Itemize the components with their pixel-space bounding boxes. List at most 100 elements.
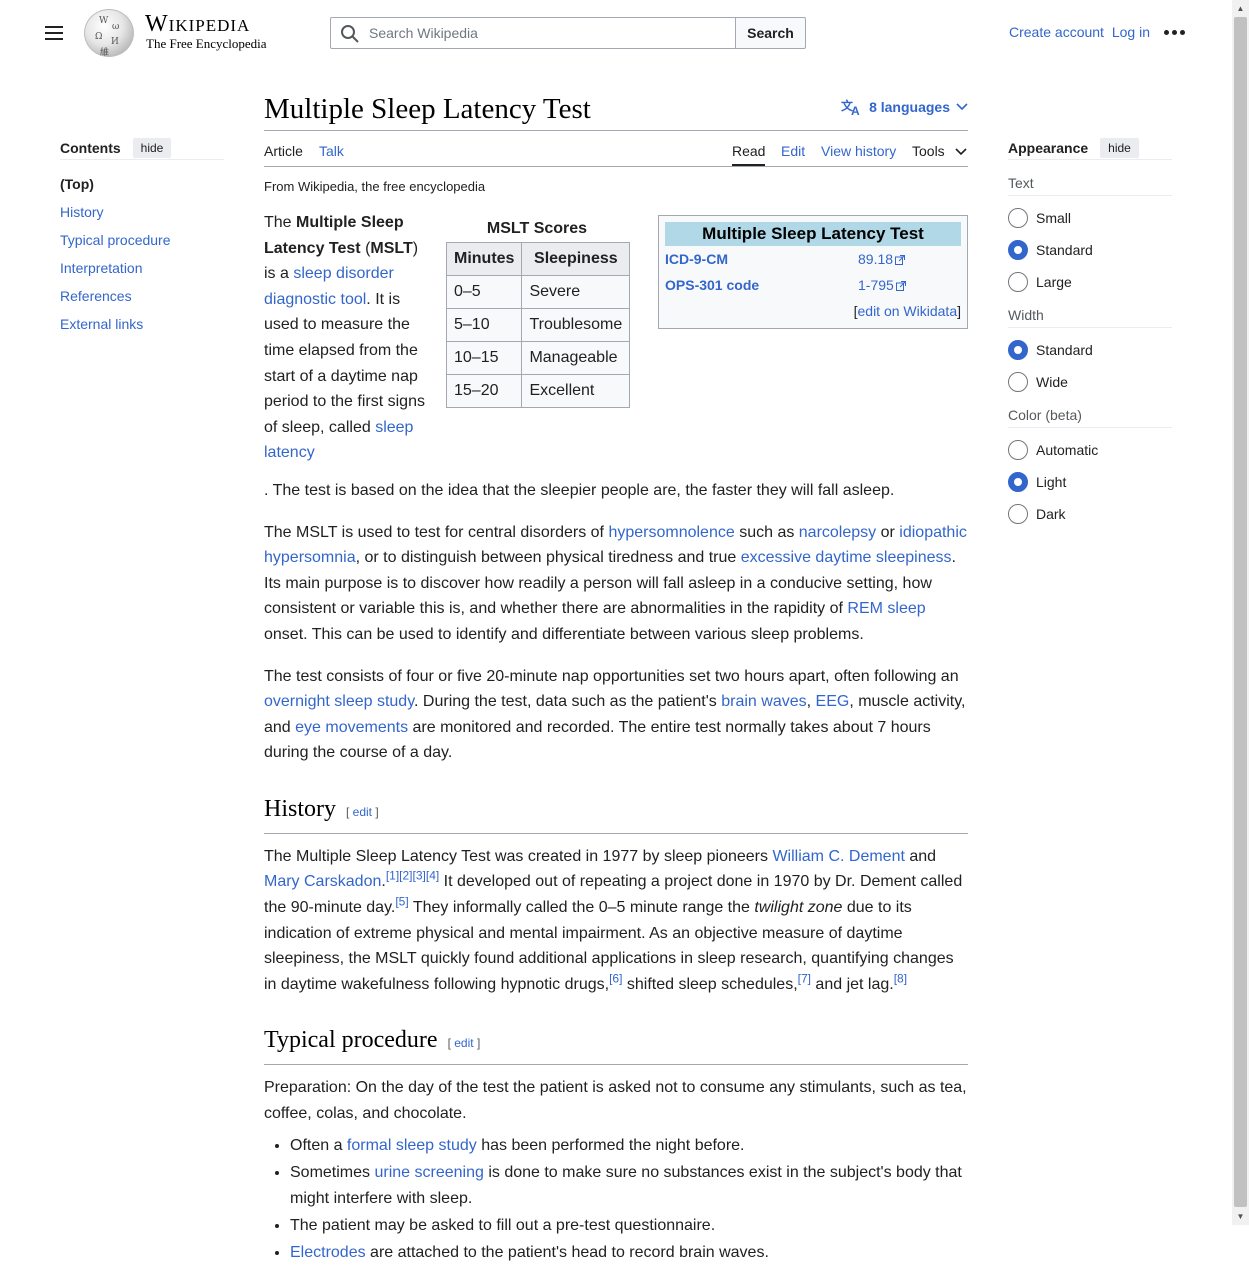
option-label: Large <box>1036 274 1072 290</box>
option-label: Light <box>1036 474 1067 490</box>
color-automatic-option[interactable]: Automatic <box>1008 434 1172 466</box>
brain-waves-link[interactable]: brain waves <box>721 693 806 710</box>
edit-section-link[interactable]: edit <box>353 805 372 819</box>
color-light-option[interactable]: Light <box>1008 466 1172 498</box>
text-size-large-option[interactable]: Large <box>1008 266 1172 298</box>
color-dark-option[interactable]: Dark <box>1008 498 1172 530</box>
list-item: Often a formal sleep study has been perf… <box>290 1133 968 1159</box>
william-dement-link[interactable]: William C. Dement <box>772 848 904 865</box>
create-account-link[interactable]: Create account <box>1009 24 1104 40</box>
text-run: has been performed the night before. <box>476 1136 745 1154</box>
width-standard-option[interactable]: Standard <box>1008 334 1172 366</box>
text-run: , or to distinguish between physical tir… <box>355 549 741 567</box>
italic-term: twilight zone <box>754 899 843 917</box>
scrollbar-thumb[interactable] <box>1234 17 1247 1207</box>
radio-selected-icon[interactable] <box>1008 472 1028 492</box>
tab-talk[interactable]: Talk <box>319 143 344 159</box>
main-menu-icon[interactable] <box>38 18 70 48</box>
infobox-key-link[interactable]: ICD-9-CM <box>665 246 858 272</box>
infobox-value-link[interactable]: 1-795 <box>858 272 906 298</box>
paragraph: The MSLT is used to test for central dis… <box>264 520 968 648</box>
radio-icon[interactable] <box>1008 272 1028 292</box>
citation-link[interactable]: [5] <box>395 895 408 909</box>
tab-article[interactable]: Article <box>264 143 303 159</box>
toc-hide-button[interactable]: hide <box>132 137 172 158</box>
paragraph: The Multiple Sleep Latency Test was crea… <box>264 844 968 998</box>
text-run: The test consists of four or five 20-min… <box>264 667 959 685</box>
table-row: 0–5 Severe <box>445 275 631 309</box>
electrodes-link[interactable]: Electrodes <box>290 1244 366 1261</box>
search-button[interactable]: Search <box>735 17 806 49</box>
width-wide-option[interactable]: Wide <box>1008 366 1172 398</box>
list-item: The patient may be asked to fill out a p… <box>290 1213 968 1239</box>
toc-item-history[interactable]: History <box>60 198 224 226</box>
toc-item-references[interactable]: References <box>60 282 224 310</box>
appearance-title: Appearance <box>1008 139 1089 156</box>
formal-sleep-study-link[interactable]: formal sleep study <box>347 1137 477 1154</box>
wikipedia-globe-logo[interactable]: WωΩ И維 <box>84 9 134 58</box>
table-cell: Excellent <box>521 374 631 408</box>
hypersomnolence-link[interactable]: hypersomnolence <box>608 524 734 541</box>
overnight-sleep-study-link[interactable]: overnight sleep study <box>264 693 414 710</box>
toc-item-external-links[interactable]: External links <box>60 310 224 338</box>
tab-view-history[interactable]: View history <box>821 143 896 159</box>
toc-item-interpretation[interactable]: Interpretation <box>60 254 224 282</box>
urine-screening-link[interactable]: urine screening <box>374 1164 483 1181</box>
text-run: shifted sleep schedules, <box>622 975 798 993</box>
infobox-key-link[interactable]: OPS-301 code <box>665 272 858 298</box>
text-run: onset. This can be used to identify and … <box>264 625 864 643</box>
citation-link[interactable]: [8] <box>894 972 907 986</box>
toc-item-top[interactable]: (Top) <box>60 170 224 198</box>
radio-icon[interactable] <box>1008 504 1028 524</box>
procedure-list: Often a formal sleep study has been perf… <box>264 1133 968 1266</box>
citation-link[interactable]: [6] <box>609 972 622 986</box>
svg-text:A: A <box>851 104 860 116</box>
tab-edit[interactable]: Edit <box>781 143 805 159</box>
radio-icon[interactable] <box>1008 208 1028 228</box>
toc-item-typical-procedure[interactable]: Typical procedure <box>60 226 224 254</box>
search-input[interactable] <box>367 22 727 44</box>
wikipedia-tagline: The Free Encyclopedia <box>146 36 267 51</box>
citation-link[interactable]: [7] <box>798 972 811 986</box>
scroll-down-arrow-icon[interactable]: ▼ <box>1232 1208 1249 1225</box>
heading-text: Typical procedure <box>264 1027 438 1054</box>
edit-on-wikidata-link[interactable]: edit on Wikidata <box>858 303 958 319</box>
more-options-icon[interactable] <box>1162 22 1186 42</box>
text-run: such as <box>734 523 799 541</box>
wikipedia-wordmark[interactable]: Wikipedia <box>145 11 250 37</box>
languages-label: 8 languages <box>869 99 950 115</box>
table-cell: Severe <box>521 275 631 309</box>
toc-title: Contents <box>60 139 121 156</box>
text-run: or <box>876 523 900 541</box>
infobox-row: OPS-301 code 1-795 <box>665 272 961 298</box>
radio-selected-icon[interactable] <box>1008 340 1028 360</box>
tab-read[interactable]: Read <box>732 143 766 166</box>
page-scrollbar[interactable]: ▲ ▼ <box>1232 0 1249 1225</box>
external-link-icon <box>895 255 906 265</box>
edit-section-link[interactable]: edit <box>454 1036 473 1050</box>
languages-button[interactable]: 文 A 8 languages <box>841 98 968 116</box>
tools-menu[interactable]: Tools <box>912 143 967 159</box>
table-cell: 5–10 <box>445 308 523 342</box>
infobox-value-link[interactable]: 89.18 <box>858 246 906 272</box>
text-size-small-option[interactable]: Small <box>1008 202 1172 234</box>
text-run: The MSLT is used to test for central dis… <box>264 523 609 541</box>
eeg-link[interactable]: EEG <box>816 693 850 710</box>
radio-icon[interactable] <box>1008 440 1028 460</box>
text-size-standard-option[interactable]: Standard <box>1008 234 1172 266</box>
log-in-link[interactable]: Log in <box>1112 24 1150 40</box>
text-run: They informally called the 0–5 minute ra… <box>408 899 755 917</box>
width-label: Width <box>1008 302 1172 328</box>
scroll-up-arrow-icon[interactable]: ▲ <box>1232 0 1249 17</box>
table-header: Sleepiness <box>521 242 631 276</box>
option-label: Small <box>1036 210 1072 226</box>
eye-movements-link[interactable]: eye movements <box>295 719 408 736</box>
excessive-daytime-sleepiness-link[interactable]: excessive daytime sleepiness <box>741 549 952 566</box>
citation-link[interactable]: [1][2][3][4] <box>386 869 439 883</box>
appearance-hide-button[interactable]: hide <box>1100 137 1139 158</box>
mary-carskadon-link[interactable]: Mary Carskadon <box>264 873 381 890</box>
rem-sleep-link[interactable]: REM sleep <box>847 600 925 617</box>
radio-selected-icon[interactable] <box>1008 240 1028 260</box>
narcolepsy-link[interactable]: narcolepsy <box>799 524 876 541</box>
radio-icon[interactable] <box>1008 372 1028 392</box>
